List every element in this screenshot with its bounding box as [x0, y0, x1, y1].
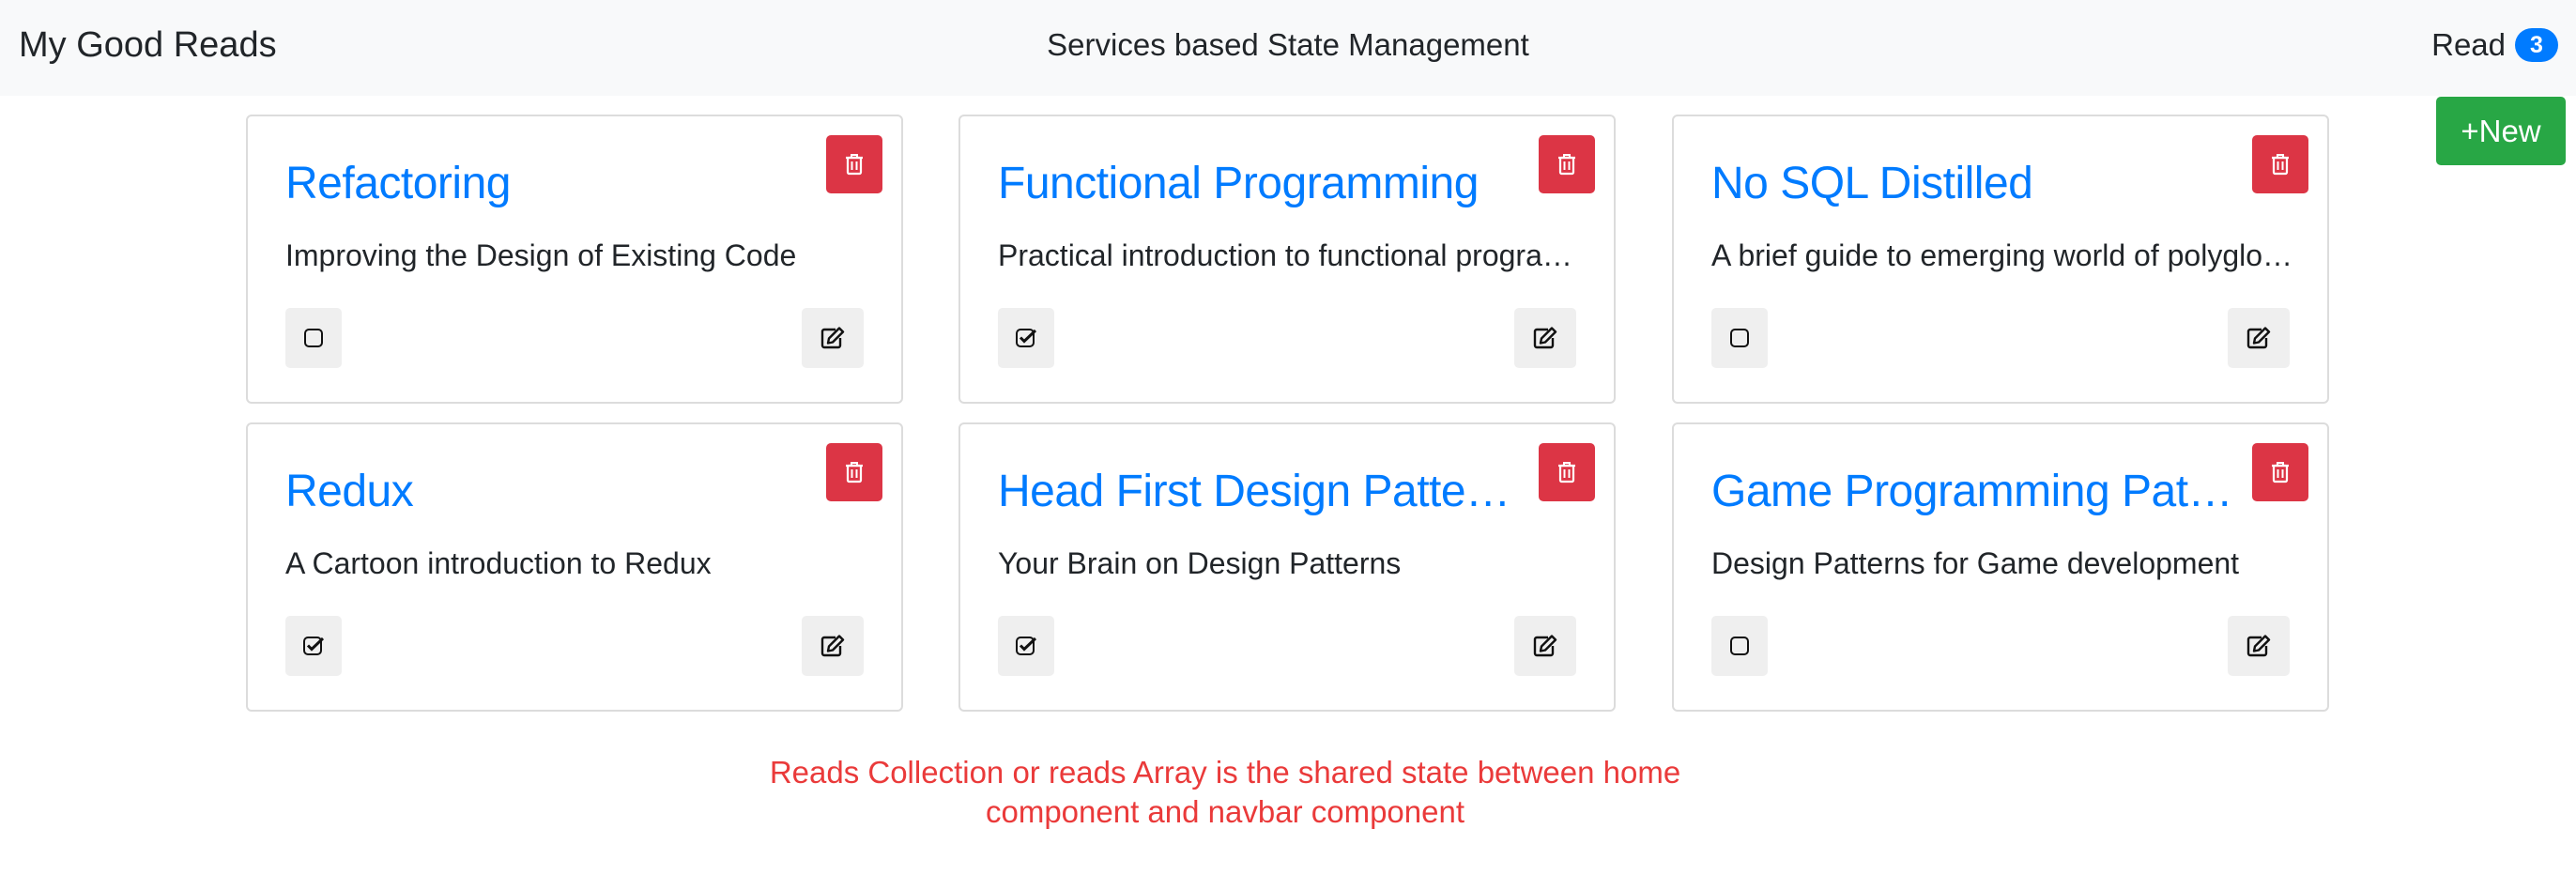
book-title[interactable]: Redux — [285, 462, 811, 522]
delete-button[interactable] — [826, 135, 882, 193]
read-toggle-button[interactable] — [1711, 616, 1768, 676]
edit-icon — [2246, 326, 2272, 350]
read-toggle-button[interactable] — [998, 308, 1054, 368]
edit-button[interactable] — [802, 616, 864, 676]
read-count-badge: 3 — [2515, 28, 2558, 62]
edit-icon — [1532, 634, 1558, 658]
checked-box-icon — [1015, 636, 1037, 656]
book-subtitle: A brief guide to emerging world of polyg… — [1711, 238, 2293, 272]
delete-button[interactable] — [1539, 443, 1595, 501]
note-line: component and navbar component — [985, 794, 1465, 829]
book-subtitle: Improving the Design of Existing Code — [285, 238, 797, 272]
delete-button[interactable] — [2252, 135, 2308, 193]
delete-button[interactable] — [2252, 443, 2308, 501]
note-line: Reads Collection or reads Array is the s… — [769, 755, 1681, 790]
book-card: No SQL Distilled A brief guide to emergi… — [1672, 115, 2329, 404]
delete-button[interactable] — [826, 443, 882, 501]
read-toggle-button[interactable] — [1711, 308, 1768, 368]
checked-box-icon — [302, 636, 325, 656]
book-title[interactable]: Game Programming Patterns — [1711, 462, 2237, 522]
book-subtitle: Your Brain on Design Patterns — [998, 546, 1402, 580]
trash-icon — [1556, 153, 1577, 176]
book-card: Head First Design Patterns Your Brain on… — [958, 422, 1616, 712]
book-subtitle: A Cartoon introduction to Redux — [285, 546, 712, 580]
edit-icon — [1532, 326, 1558, 350]
edit-button[interactable] — [1514, 308, 1576, 368]
trash-icon — [844, 461, 865, 483]
book-title[interactable]: Functional Programming — [998, 154, 1524, 214]
edit-button[interactable] — [802, 308, 864, 368]
trash-icon — [2270, 153, 2291, 176]
book-card: Refactoring Improving the Design of Exis… — [246, 115, 903, 404]
read-counter[interactable]: Read 3 — [2431, 23, 2558, 68]
book-title[interactable]: Refactoring — [285, 154, 811, 214]
book-title[interactable]: No SQL Distilled — [1711, 154, 2237, 214]
edit-icon — [2246, 634, 2272, 658]
nav-title: Services based State Management — [1047, 27, 1529, 62]
book-card: Redux A Cartoon introduction to Redux — [246, 422, 903, 712]
book-card: Game Programming Patterns Design Pattern… — [1672, 422, 2329, 712]
checked-box-icon — [1015, 328, 1037, 348]
book-card: Functional Programming Practical introdu… — [958, 115, 1616, 404]
trash-icon — [2270, 461, 2291, 483]
unchecked-box-icon — [1729, 636, 1750, 656]
book-subtitle: Design Patterns for Game development — [1711, 546, 2240, 580]
edit-icon — [820, 634, 846, 658]
unchecked-box-icon — [303, 328, 324, 348]
new-book-button[interactable]: +New — [2436, 97, 2566, 165]
read-toggle-button[interactable] — [998, 616, 1054, 676]
trash-icon — [1556, 461, 1577, 483]
read-toggle-button[interactable] — [285, 616, 342, 676]
delete-button[interactable] — [1539, 135, 1595, 193]
edit-button[interactable] — [1514, 616, 1576, 676]
edit-icon — [820, 326, 846, 350]
shared-state-note: Reads Collection or reads Array is the s… — [0, 753, 2450, 832]
book-subtitle: Practical introduction to functional pro… — [998, 238, 1580, 272]
unchecked-box-icon — [1729, 328, 1750, 348]
navbar: My Good Reads Services based State Manag… — [0, 0, 2576, 96]
read-toggle-button[interactable] — [285, 308, 342, 368]
trash-icon — [844, 153, 865, 176]
edit-button[interactable] — [2228, 308, 2290, 368]
book-title[interactable]: Head First Design Patterns — [998, 462, 1524, 522]
edit-button[interactable] — [2228, 616, 2290, 676]
read-label: Read — [2431, 27, 2506, 62]
